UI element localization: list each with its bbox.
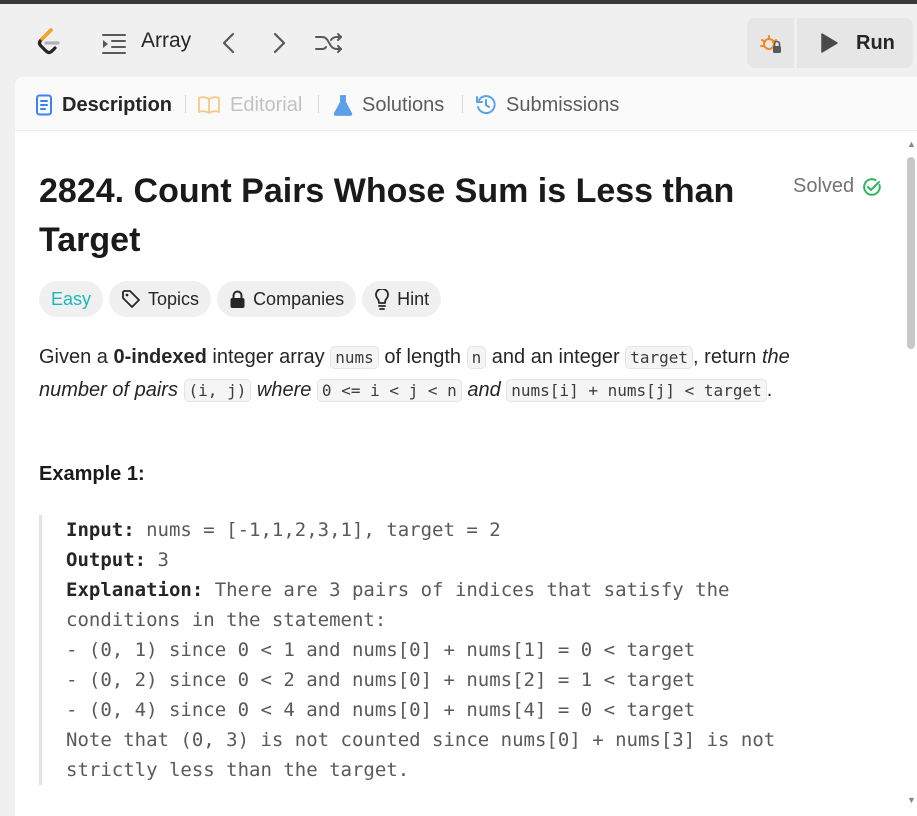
- problem-list-label[interactable]: Array: [141, 29, 191, 53]
- tab-description[interactable]: Description: [35, 91, 172, 119]
- companies-label: Companies: [253, 288, 345, 309]
- hint-label: Hint: [397, 288, 430, 309]
- desc-text: Given a: [39, 346, 114, 368]
- input-label: Input:: [66, 519, 135, 541]
- topics-label: Topics: [148, 288, 200, 309]
- inline-code: nums: [330, 346, 379, 369]
- desc-text: .: [766, 379, 773, 401]
- topics-button[interactable]: Topics: [109, 281, 212, 317]
- problem-list-icon[interactable]: [101, 31, 127, 57]
- example-input: Input: nums = [-1,1,2,3,1], target = 2: [66, 515, 869, 545]
- example-block: Input: nums = [-1,1,2,3,1], target = 2 O…: [39, 515, 869, 785]
- solved-label: Solved: [793, 175, 855, 197]
- lightbulb-icon: [375, 288, 389, 310]
- output-label: Output:: [66, 549, 147, 571]
- tag-icon: [122, 290, 140, 308]
- lock-icon: [230, 290, 245, 308]
- inline-code: target: [625, 346, 694, 369]
- chevron-right-icon[interactable]: [270, 31, 288, 55]
- top-navigation-bar: Array Run: [0, 4, 917, 76]
- inline-code: n: [466, 346, 487, 369]
- explanation-line: Note that (0, 3) is not counted since nu…: [66, 729, 776, 751]
- desc-text: and an integer: [486, 346, 626, 368]
- desc-italic: and: [461, 379, 507, 401]
- explanation-label: Explanation:: [66, 579, 204, 601]
- tab-divider: [318, 95, 319, 113]
- check-circle-icon: [863, 177, 881, 196]
- book-icon: [197, 95, 221, 115]
- scrollbar-thumb[interactable]: [907, 157, 915, 349]
- problem-tags: Easy Topics Companies Hint: [39, 281, 447, 317]
- run-label: Run: [856, 32, 895, 54]
- tab-submissions-label: Submissions: [506, 93, 620, 116]
- tab-divider: [462, 95, 463, 113]
- explanation-line: strictly less than the target.: [66, 759, 410, 781]
- explanation-line: - (0, 2) since 0 < 2 and nums[0] + nums[…: [66, 669, 696, 691]
- desc-bold: 0-indexed: [113, 346, 207, 368]
- companies-button[interactable]: Companies: [217, 281, 357, 317]
- explanation-line: - (0, 1) since 0 < 1 and nums[0] + nums[…: [66, 639, 696, 661]
- output-value: 3: [146, 549, 169, 571]
- explanation-line: - (0, 4) since 0 < 4 and nums[0] + nums[…: [66, 699, 696, 721]
- leetcode-logo[interactable]: [32, 26, 64, 58]
- difficulty-badge: Easy: [39, 281, 104, 317]
- example-output: Output: 3: [66, 545, 869, 575]
- tab-description-label: Description: [62, 93, 173, 116]
- tab-divider: [185, 95, 186, 113]
- document-icon: [35, 94, 53, 116]
- inline-code: 0 <= i < j < n: [316, 379, 462, 402]
- desc-italic: where: [251, 379, 317, 401]
- problem-content: 2824. Count Pairs Whose Sum is Less than…: [15, 131, 905, 816]
- flask-icon: [333, 94, 353, 116]
- desc-text: of length: [378, 346, 467, 368]
- explanation-line: conditions in the statement:: [66, 609, 387, 631]
- problem-title: 2824. Count Pairs Whose Sum is Less than…: [39, 172, 735, 259]
- description-panel: Description Editorial Solutions Submissi…: [15, 77, 917, 816]
- tab-submissions[interactable]: Submissions: [475, 91, 619, 119]
- play-icon: [821, 33, 838, 53]
- shuffle-icon[interactable]: [314, 31, 344, 55]
- desc-text: [178, 379, 184, 401]
- desc-text: , return: [693, 346, 762, 368]
- solved-status: Solved: [793, 175, 882, 198]
- explanation-text: There are 3 pairs of indices that satisf…: [203, 579, 730, 601]
- tab-editorial[interactable]: Editorial: [197, 91, 302, 119]
- example-title: Example 1:: [39, 463, 145, 485]
- problem-description: Given a 0-indexed integer array nums of …: [39, 341, 859, 407]
- tab-editorial-label: Editorial: [230, 93, 303, 116]
- debug-icon: [760, 35, 781, 53]
- debug-button[interactable]: [747, 18, 794, 68]
- input-value: nums = [-1,1,2,3,1], target = 2: [134, 519, 501, 541]
- scroll-up-arrow-icon[interactable]: ▲: [907, 139, 916, 149]
- tab-solutions-label: Solutions: [362, 93, 445, 116]
- tab-solutions[interactable]: Solutions: [333, 91, 444, 119]
- vertical-scrollbar[interactable]: ▲ ▼: [905, 77, 917, 816]
- scroll-down-arrow-icon[interactable]: ▼: [907, 795, 916, 805]
- hint-button[interactable]: Hint: [362, 281, 442, 317]
- history-icon: [475, 94, 497, 116]
- run-button[interactable]: Run: [797, 18, 913, 68]
- inline-code: (i, j): [183, 379, 252, 402]
- chevron-left-icon[interactable]: [220, 31, 238, 55]
- desc-text: integer array: [206, 346, 331, 368]
- panel-tab-bar: Description Editorial Solutions Submissi…: [15, 77, 917, 131]
- inline-code: nums[i] + nums[j] < target: [506, 379, 767, 402]
- example-explanation: Explanation: There are 3 pairs of indice…: [66, 575, 869, 605]
